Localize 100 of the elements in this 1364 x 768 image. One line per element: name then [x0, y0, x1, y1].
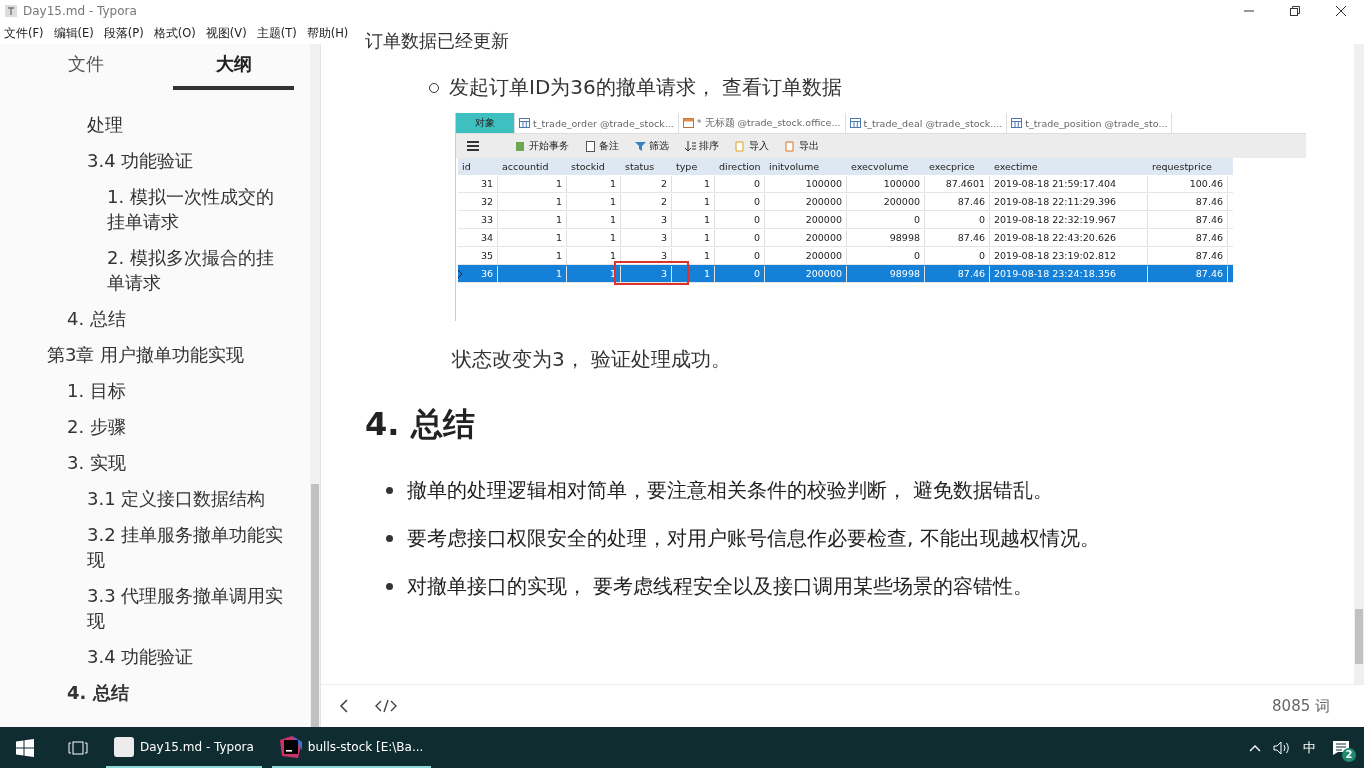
table-cell: 3 — [621, 229, 672, 246]
table-cell: 0 — [715, 193, 765, 210]
table-cell: 2019-08-18 23:24:18.356 — [990, 265, 1148, 282]
outline-item[interactable]: 处理 — [87, 107, 288, 143]
db-tab[interactable]: t_trade_order @trade_stock... — [515, 113, 679, 133]
table-cell: 100000 — [765, 175, 847, 192]
db-tab[interactable]: t_trade_deal @trade_stock.... — [845, 113, 1008, 133]
outline-item[interactable]: 4. 总结 — [67, 301, 288, 337]
table-row[interactable]: 31 1 1 2 1 0 100000 100000 87.4601 2019-08-18 21:59:17.404 100.46 — [458, 175, 1233, 193]
outline-item[interactable]: 第3章 用户撤单功能实现 — [47, 337, 288, 373]
table-cell: 200000 — [765, 193, 847, 210]
table-cell: 0 — [925, 247, 990, 264]
table-cell: 1 — [567, 175, 621, 192]
outline-item[interactable]: 3.3 代理服务撤单调用实现 — [87, 578, 288, 639]
list-item: 撤单的处理逻辑相对简单，要注意相关条件的校验判断， 避免数据错乱。 — [407, 477, 1054, 504]
table-cell: 3 — [621, 265, 672, 282]
outline-item[interactable]: 2. 步骤 — [67, 409, 288, 445]
list-item: 发起订单ID为36的撤单请求， 查看订单数据 — [449, 74, 843, 101]
menu-item[interactable]: 格式(O) — [153, 25, 196, 41]
table-cell: 200000 — [765, 247, 847, 264]
toolbar-button[interactable]: 导出 — [782, 139, 822, 153]
sidebar-tab[interactable]: 大纲 — [173, 46, 294, 90]
db-tab[interactable]: * 无标题 @trade_stock.office... — [678, 113, 846, 133]
toolbar-button[interactable]: 筛选 — [632, 139, 672, 153]
table-cell: 87.46 — [1148, 247, 1228, 264]
list-item: 对撤单接口的实现， 要考虑线程安全以及接口调用某些场景的容错性。 — [407, 573, 1034, 600]
table-cell: 33 — [458, 211, 498, 228]
input-method-indicator[interactable]: 中 — [1303, 738, 1316, 757]
outline-item[interactable]: 3.4 功能验证 — [87, 639, 288, 675]
outline-item[interactable]: 2. 模拟多次撮合的挂单请求 — [107, 240, 288, 301]
table-cell: 35 — [458, 247, 498, 264]
column-header[interactable]: status — [621, 161, 672, 172]
outline-item[interactable]: 1. 目标 — [67, 373, 288, 409]
table-cell: 0 — [715, 247, 765, 264]
table-cell: 1 — [672, 193, 715, 210]
outline-item[interactable]: 3.4 功能验证 — [87, 143, 288, 179]
toolbar-button[interactable]: 开始事务 — [512, 139, 572, 153]
menu-item[interactable]: 视图(V) — [205, 25, 247, 41]
table-cell: 1 — [672, 247, 715, 264]
column-header[interactable]: execvolume — [847, 161, 925, 172]
table-cell: 1 — [498, 211, 567, 228]
table-cell: 87.46 — [1148, 265, 1228, 282]
column-header[interactable]: execprice — [925, 161, 990, 172]
table-cell: 3 — [621, 211, 672, 228]
menu-item[interactable]: 帮助(H) — [306, 25, 349, 41]
section-heading: 4. 总结 — [365, 404, 476, 445]
menu-item[interactable]: 主题(T) — [256, 25, 297, 41]
column-header[interactable]: id — [458, 161, 498, 172]
column-header[interactable]: exectime — [990, 161, 1148, 172]
table-cell: 1 — [567, 229, 621, 246]
table-cell: 98998 — [847, 265, 925, 282]
toolbar-button[interactable]: 导入 — [732, 139, 772, 153]
column-header[interactable]: requestprice — [1148, 161, 1228, 172]
outline-item[interactable]: 3. 实现 — [67, 445, 288, 481]
word-count: 8085 词 — [1272, 696, 1330, 716]
table-cell: 87.46 — [1148, 211, 1228, 228]
table-row[interactable]: 32 1 1 2 1 0 200000 200000 87.46 2019-08-18 22:11:29.396 87.46 — [458, 193, 1233, 211]
table-cell: 32 — [458, 193, 498, 210]
table-cell: 36 — [458, 265, 498, 282]
table-cell: 1 — [672, 211, 715, 228]
table-cell: 200000 — [765, 211, 847, 228]
menu-item[interactable]: 编辑(E) — [53, 25, 94, 41]
table-cell: 1 — [498, 247, 567, 264]
column-header[interactable]: type — [672, 161, 715, 172]
column-header[interactable]: direction — [715, 161, 765, 172]
table-row[interactable]: 34 1 1 3 1 0 200000 98998 87.46 2019-08-18 22:43:20.626 87.46 — [458, 229, 1233, 247]
db-tab[interactable]: t_trade_position @trade_sto... — [1007, 113, 1173, 133]
table-cell: 0 — [715, 175, 765, 192]
table-cell: 2019-08-18 22:11:29.396 — [990, 193, 1148, 210]
table-cell: 0 — [715, 229, 765, 246]
taskbar-app[interactable]: Day15.md - Typora — [106, 727, 262, 768]
column-header[interactable]: stockid — [567, 161, 621, 172]
table-cell: 87.4601 — [925, 175, 990, 192]
table-cell: 200000 — [765, 229, 847, 246]
column-header[interactable]: accountid — [498, 161, 567, 172]
db-tab[interactable]: 对象 — [456, 113, 515, 133]
outline-item[interactable]: 4. 总结 — [67, 675, 288, 711]
table-cell: 1 — [498, 229, 567, 246]
table-row[interactable]: 35 1 1 3 1 0 200000 0 0 2019-08-18 23:19:02.812 87.46 — [458, 247, 1233, 265]
toolbar-button[interactable]: 备注 — [582, 139, 622, 153]
table-cell: 1 — [672, 229, 715, 246]
table-cell: 87.46 — [1148, 193, 1228, 210]
table-cell: 200000 — [847, 193, 925, 210]
window-title: Day15.md - Typora — [23, 4, 137, 18]
table-cell: 1 — [567, 193, 621, 210]
outline-item[interactable]: 1. 模拟一次性成交的挂单请求 — [107, 179, 288, 240]
toolbar-button[interactable]: 排序 — [682, 139, 722, 153]
sidebar-tab[interactable]: 文件 — [26, 46, 146, 90]
table-cell: 0 — [715, 211, 765, 228]
outline-item[interactable]: 3.2 挂单服务撤单功能实现 — [87, 517, 288, 578]
outline-item[interactable]: 3.1 定义接口数据结构 — [87, 481, 288, 517]
table-cell: 200000 — [765, 265, 847, 282]
table-cell: 100000 — [847, 175, 925, 192]
menu-item[interactable]: 文件(F) — [4, 25, 44, 41]
table-row[interactable]: 33 1 1 3 1 0 200000 0 0 2019-08-18 22:32:19.967 87.46 — [458, 211, 1233, 229]
table-cell: 1 — [498, 175, 567, 192]
column-header[interactable]: initvolume — [765, 161, 847, 172]
menu-item[interactable]: 段落(P) — [103, 25, 144, 41]
table-cell: 1 — [498, 193, 567, 210]
taskbar-app[interactable]: bulls-stock [E:\Ba... — [271, 727, 432, 768]
